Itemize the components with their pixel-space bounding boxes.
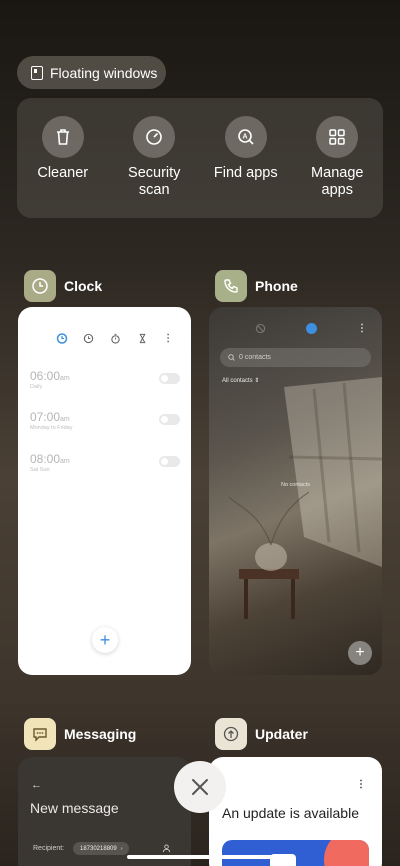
phone-icon [215,270,247,302]
chevron-right-icon: › [120,845,123,852]
alarm-repeat: Daily [30,384,43,390]
clock-icon [24,270,56,302]
alarm-time: 08:00 [30,452,61,466]
search-a-icon: A [224,116,267,158]
clock-window-card[interactable]: ⋮ 06:00am Daily 07:00am Monday to Friday… [18,307,191,675]
add-alarm-button[interactable]: + [92,627,118,653]
manage-apps-label: Manage apps [311,165,364,198]
cleaner-button[interactable]: Cleaner [17,98,109,218]
update-banner-graphic [222,840,369,866]
world-clock-tab-icon[interactable] [83,333,94,344]
alarm-tab-icon[interactable] [56,332,68,344]
quick-tools-panel: Cleaner Security scan A Find apps Manage… [17,98,383,218]
update-available-title: An update is available [222,805,359,821]
stopwatch-tab-icon[interactable] [110,333,121,344]
security-scan-button[interactable]: Security scan [109,98,201,218]
alarm-ampm: am [60,375,70,382]
alarm-row[interactable]: 07:00am Monday to Friday [30,410,180,431]
add-contact-button[interactable]: + [348,641,372,665]
messaging-window-card[interactable]: ← New message Recipient: 18730218809 › [18,757,191,866]
svg-text:A: A [242,134,247,141]
search-placeholder: 0 contacts [239,354,271,361]
alarm-toggle[interactable] [159,414,180,425]
manage-apps-button[interactable]: Manage apps [292,98,384,218]
filter-label: All contacts [222,378,253,384]
back-arrow-icon[interactable]: ← [31,779,42,791]
alarm-ampm: am [60,458,70,465]
messaging-app-name: Messaging [64,726,137,742]
alarm-toggle[interactable] [159,373,180,384]
timer-tab-icon[interactable] [137,333,148,344]
updater-app-header[interactable]: Updater [215,718,308,750]
phone-app-name: Phone [255,278,298,294]
floating-windows-button[interactable]: Floating windows [17,56,166,89]
trash-icon [41,116,84,158]
gauge-icon [133,116,176,158]
find-apps-label: Find apps [213,165,278,181]
alarm-time: 07:00 [30,410,61,424]
alarm-toggle[interactable] [159,456,180,467]
contacts-tab-icon[interactable] [306,323,317,334]
messaging-app-header[interactable]: Messaging [24,718,136,750]
contacts-search-input[interactable]: 0 contacts [220,348,371,367]
clock-tabs: ⋮ [18,307,191,347]
floating-windows-label: Floating windows [50,64,158,81]
empty-contacts-text: No contacts [280,482,311,488]
more-options-icon[interactable]: ⋮ [357,323,367,334]
alarm-ampm: am [60,416,70,423]
alarm-row[interactable]: 08:00am Sat Sun [30,452,180,473]
sort-icon: ⇕ [254,378,260,384]
updater-window-card[interactable]: ⋮ An update is available [209,757,382,866]
contact-person-icon[interactable] [162,844,171,853]
find-apps-button[interactable]: A Find apps [200,98,292,218]
alarm-row[interactable]: 06:00am Daily [30,369,180,390]
alarm-repeat: Sat Sun [30,467,50,473]
updater-icon [215,718,247,750]
recipient-chip[interactable]: 18730218809 › [73,842,130,855]
floating-window-icon [31,65,43,80]
alarm-repeat: Monday to Friday [30,425,73,431]
phone-app-header[interactable]: Phone [215,270,298,302]
new-message-title: New message [30,800,119,816]
more-options-icon[interactable]: ⋮ [163,333,173,344]
more-options-icon[interactable]: ⋮ [356,779,366,790]
alarm-time: 06:00 [30,369,61,383]
recipient-number: 18730218809 [80,845,117,852]
search-icon [228,354,235,361]
message-bubble-icon [24,718,56,750]
close-all-button[interactable] [174,761,226,813]
phone-window-card[interactable]: ⋮ 0 contacts All contacts ⇕ No contacts … [209,307,382,675]
security-scan-label: Security scan [128,165,181,198]
home-indicator[interactable] [127,855,273,859]
clock-app-header[interactable]: Clock [24,270,102,302]
grid-icon [316,116,359,158]
phone-tabs: ⋮ [209,323,382,334]
recipient-label: Recipient: [33,845,65,852]
call-log-tab-icon[interactable] [255,323,266,334]
contacts-filter[interactable]: All contacts ⇕ [222,377,259,384]
clock-app-name: Clock [64,278,103,294]
cleaner-label: Cleaner [37,165,89,181]
close-icon [192,779,208,795]
updater-app-name: Updater [255,726,308,742]
